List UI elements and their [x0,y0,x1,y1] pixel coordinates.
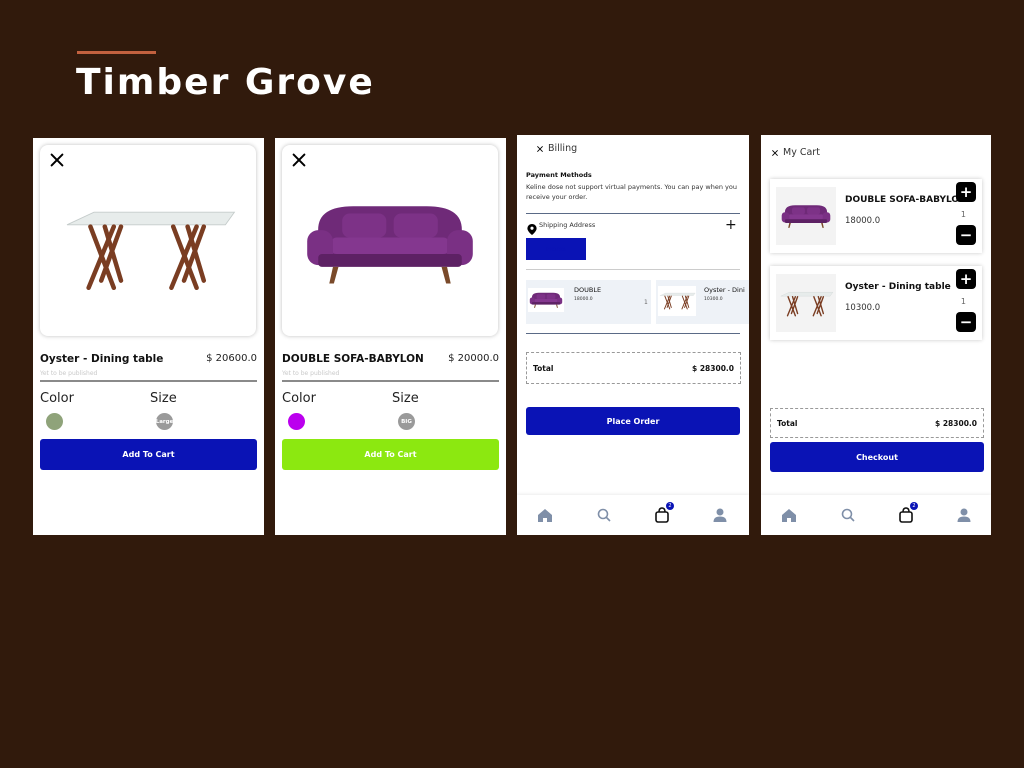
search-icon[interactable] [840,507,856,523]
product-subtitle: Yet to be published [40,370,98,377]
shipping-address-label: Shipping Address [539,221,596,229]
total-box: Total $ 28300.0 [770,408,984,438]
close-icon[interactable] [771,149,779,157]
product-detail-screen-table: Oyster - Dining table $ 20600.0 Yet to b… [33,138,264,535]
cart-item: Oyster - Dining table 10300.0 + 1 − [770,266,982,340]
cart-item-price: 18000.0 [845,216,881,226]
close-icon[interactable] [290,151,308,169]
bag-icon[interactable]: 2 [898,502,918,523]
sofa-image [298,195,482,291]
page-title: Timber Grove [76,62,375,103]
home-icon[interactable] [781,507,797,523]
cart-item-price: 10300.0 [845,303,881,313]
billing-item-name: Oyster - Dini [704,286,745,294]
size-label: Size [150,391,177,406]
add-to-cart-button[interactable]: Add To Cart [282,439,499,470]
product-price: $ 20600.0 [206,353,257,364]
cart-header: My Cart [771,147,820,158]
sofa-image [779,201,833,231]
cart-item-image [776,187,836,245]
billing-header: Billing [536,143,577,154]
divider [282,380,499,382]
total-value: $ 28300.0 [692,364,734,373]
divider [40,380,257,382]
profile-icon[interactable] [712,507,728,523]
billing-screen: Billing Payment Methods Keline dose not … [517,135,749,535]
product-subtitle: Yet to be published [282,370,340,377]
billing-item-price: 10300.0 [704,297,723,302]
add-to-cart-button[interactable]: Add To Cart [40,439,257,470]
cart-item-image [776,274,836,332]
cart-item-name: Oyster - Dining table [845,282,951,292]
billing-item: Oyster - Dini 10300.0 [656,280,749,324]
color-label: Color [282,391,316,406]
bag-icon[interactable]: 2 [654,502,674,523]
increase-quantity-button[interactable]: + [956,182,976,202]
close-icon[interactable] [48,151,66,169]
bottom-nav: 2 [517,495,749,535]
total-box: Total $ 28300.0 [526,352,741,384]
close-icon[interactable] [536,145,544,153]
color-label: Color [40,391,74,406]
cart-item-name: DOUBLE SOFA-BABYLON [845,195,967,205]
size-label: Size [392,391,419,406]
search-icon[interactable] [596,507,612,523]
color-swatch[interactable] [46,413,63,430]
cart-badge: 2 [910,502,918,510]
billing-item-price: 18000.0 [574,297,593,302]
decrease-quantity-button[interactable]: − [956,312,976,332]
sofa-image [528,288,564,312]
billing-item-qty: 1 [644,299,648,306]
cart-item-qty: 1 [960,210,966,219]
divider [526,269,740,270]
divider [526,333,740,334]
location-pin-icon [527,220,537,235]
product-detail-screen-sofa: DOUBLE SOFA-BABYLON $ 20000.0 Yet to be … [275,138,506,535]
header-title: My Cart [783,147,820,158]
product-price: $ 20000.0 [448,353,499,364]
bottom-nav: 2 [761,495,991,535]
place-order-button[interactable]: Place Order [526,407,740,435]
accent-bar [77,51,156,54]
home-icon[interactable] [537,507,553,523]
total-value: $ 28300.0 [935,419,977,428]
my-cart-screen: My Cart DOUBLE SOFA-BABYLON 18000.0 + 1 … [761,135,991,535]
dining-table-image [658,286,696,316]
total-label: Total [533,364,554,373]
profile-icon[interactable] [956,507,972,523]
payment-methods-text: Keline dose not support virtual payments… [526,183,737,201]
cart-item: DOUBLE SOFA-BABYLON 18000.0 + 1 − [770,179,982,253]
billing-item: DOUBLE 18000.0 1 [526,280,651,324]
product-name: Oyster - Dining table [40,353,164,365]
address-chip-home[interactable]: Home [526,238,586,260]
increase-quantity-button[interactable]: + [956,269,976,289]
product-image-card [40,145,256,336]
checkout-button[interactable]: Checkout [770,442,984,472]
cart-item-qty: 1 [960,297,966,306]
size-chip[interactable]: Large [156,413,173,430]
divider [526,213,740,214]
header-title: Billing [548,143,578,154]
total-label: Total [777,419,798,428]
dining-table-image [58,205,238,295]
product-name: DOUBLE SOFA-BABYLON [282,353,424,365]
decrease-quantity-button[interactable]: − [956,225,976,245]
payment-methods-title: Payment Methods [526,171,592,179]
product-image-card [282,145,498,336]
color-swatch[interactable] [288,413,305,430]
cart-badge: 2 [666,502,674,510]
dining-table-image [778,284,834,324]
add-address-icon[interactable]: + [725,217,737,233]
size-chip[interactable]: BIG [398,413,415,430]
billing-item-name: DOUBLE [574,286,602,294]
